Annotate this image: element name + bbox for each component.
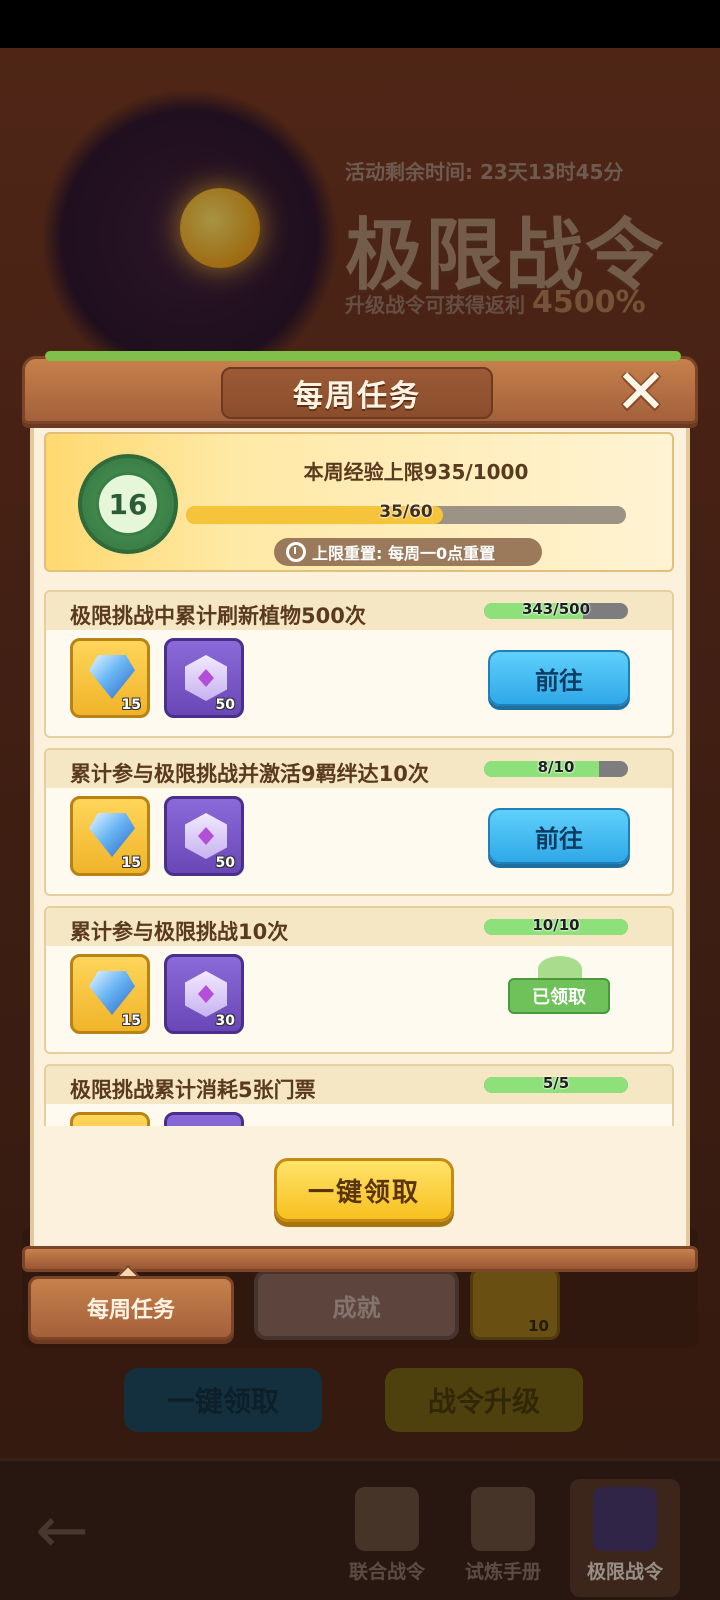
reward-count: 50 bbox=[215, 697, 235, 713]
weekly-summary: 16 本周经验上限935/1000 35/60 上限重置: 每周一0点重置 bbox=[44, 432, 674, 572]
task-card: 极限挑战中累计刷新植物500次 343/500 15 50 前往 bbox=[44, 590, 674, 738]
badge-icon bbox=[185, 971, 227, 1017]
gem-icon bbox=[89, 813, 135, 857]
reward-slot[interactable]: 30 bbox=[164, 954, 244, 1034]
reward-count: 15 bbox=[121, 855, 141, 871]
reward-slot[interactable]: 15 bbox=[70, 638, 150, 718]
task-progress-text: 343/500 bbox=[521, 600, 591, 618]
task-card: 累计参与极限挑战10次 10/10 15 30 已领取 bbox=[44, 906, 674, 1054]
reward-slot[interactable] bbox=[70, 1112, 150, 1126]
level-number: 16 bbox=[96, 472, 160, 536]
reward-slot[interactable]: 50 bbox=[164, 796, 244, 876]
claim-all-button[interactable]: 一键领取 bbox=[274, 1158, 454, 1222]
clock-icon bbox=[286, 542, 306, 562]
reward-slot[interactable]: 15 bbox=[70, 796, 150, 876]
modal-header: 每周任务 ✕ bbox=[22, 351, 698, 424]
close-icon[interactable]: ✕ bbox=[611, 361, 671, 423]
exp-cap-text: 本周经验上限935/1000 bbox=[303, 460, 529, 484]
reset-text: 上限重置: 每周一0点重置 bbox=[312, 544, 496, 563]
task-progress-text: 10/10 bbox=[532, 916, 580, 934]
reset-info: 上限重置: 每周一0点重置 bbox=[274, 538, 542, 566]
reward-slot[interactable] bbox=[164, 1112, 244, 1126]
status-bar bbox=[0, 0, 720, 48]
modal-body: 16 本周经验上限935/1000 35/60 上限重置: 每周一0点重置 极限… bbox=[30, 418, 690, 1258]
tab-weekly-tasks[interactable]: 每周任务 bbox=[28, 1276, 234, 1340]
level-badge: 16 bbox=[78, 454, 178, 554]
task-progress-text: 8/10 bbox=[537, 758, 575, 776]
go-button[interactable]: 前往 bbox=[488, 808, 630, 864]
task-list[interactable]: 极限挑战中累计刷新植物500次 343/500 15 50 前往 累计参与极限挑… bbox=[44, 590, 674, 1126]
reward-slot[interactable]: 50 bbox=[164, 638, 244, 718]
reward-slot[interactable]: 15 bbox=[70, 954, 150, 1034]
gem-icon bbox=[89, 655, 135, 699]
task-card: 极限挑战累计消耗5张门票 5/5 bbox=[44, 1064, 674, 1126]
task-title: 累计参与极限挑战并激活9羁绊达10次 bbox=[70, 762, 429, 786]
task-title: 极限挑战累计消耗5张门票 bbox=[70, 1078, 316, 1102]
task-progress-text: 5/5 bbox=[542, 1074, 570, 1092]
modal-title: 每周任务 bbox=[221, 367, 493, 419]
badge-icon bbox=[185, 813, 227, 859]
gem-icon bbox=[89, 971, 135, 1015]
reward-count: 30 bbox=[215, 1013, 235, 1029]
task-title: 极限挑战中累计刷新植物500次 bbox=[70, 604, 366, 628]
badge-icon bbox=[185, 655, 227, 701]
exp-progress-text: 35/60 bbox=[379, 502, 433, 522]
reward-count: 15 bbox=[121, 1013, 141, 1029]
task-title: 累计参与极限挑战10次 bbox=[70, 920, 289, 944]
go-button[interactable]: 前往 bbox=[488, 650, 630, 706]
claimed-badge: 已领取 bbox=[508, 978, 610, 1014]
reward-count: 15 bbox=[121, 697, 141, 713]
weekly-tasks-modal: 16 本周经验上限935/1000 35/60 上限重置: 每周一0点重置 极限… bbox=[22, 351, 698, 1276]
task-card: 累计参与极限挑战并激活9羁绊达10次 8/10 15 50 前往 bbox=[44, 748, 674, 896]
reward-count: 50 bbox=[215, 855, 235, 871]
